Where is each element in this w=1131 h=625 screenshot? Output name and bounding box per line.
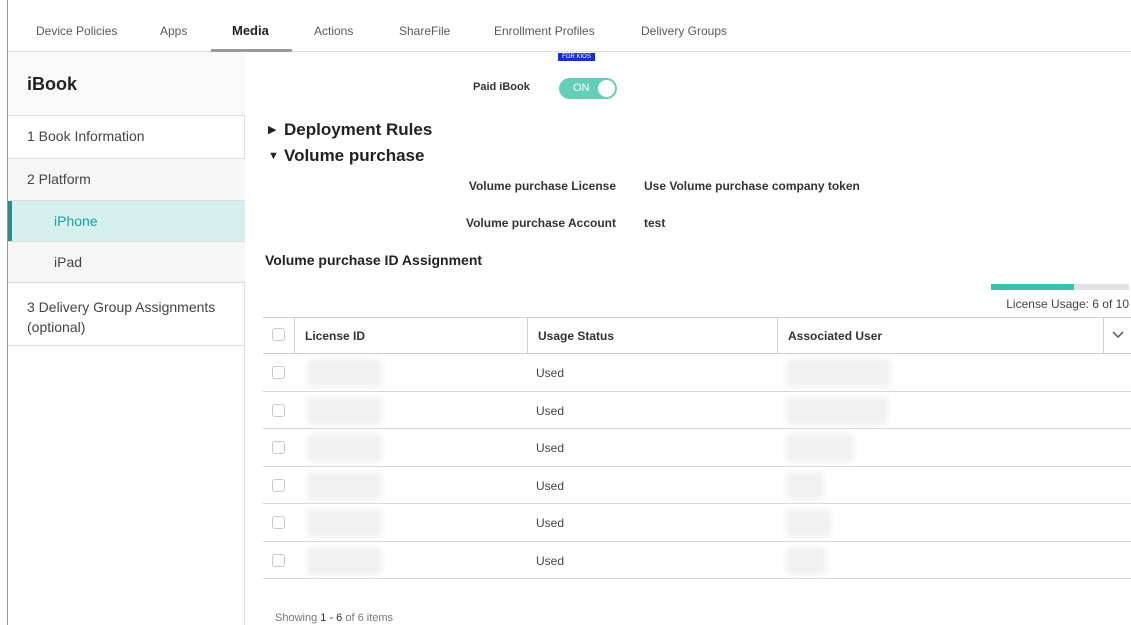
kiosk-badge: FOR KIOS [558,53,595,61]
tab-media[interactable]: Media [232,23,269,38]
table-row[interactable]: Used [263,542,1131,579]
license-id-redacted [307,359,382,387]
sidebar-title: iBook [27,74,78,94]
triangle-right-icon: ▶ [268,124,277,136]
assignment-title: Volume purchase ID Assignment [265,252,483,268]
associated-user-redacted [786,546,826,575]
associated-user-redacted [786,359,891,387]
main-content: FOR KIOS Paid iBook ON ▶ Deployment Rules… [246,52,1131,625]
license-usage-fill [991,284,1074,290]
table-row[interactable]: Used [263,429,1131,467]
associated-user-redacted [786,471,824,500]
paid-ibook-toggle[interactable]: ON [559,78,617,99]
column-label: Usage Status [538,329,615,343]
tab-enrollment-profiles[interactable]: Enrollment Profiles [494,24,595,38]
pagination-suffix: of 6 items [345,612,394,624]
chevron-down-icon [1112,331,1124,339]
pagination-summary: Showing 1 - 6 of 6 items [275,612,393,624]
license-id-redacted [307,471,382,500]
table-header: License ID Usage Status Associated User [263,317,1131,354]
window-left-border [0,0,8,625]
volume-purchase-license-label: Volume purchase License [468,179,616,193]
tab-device-policies[interactable]: Device Policies [36,24,117,38]
sidebar-item-label: 2 Platform [27,171,91,187]
row-checkbox[interactable] [272,441,285,454]
sidebar-item-iphone[interactable]: iPhone [8,201,245,242]
sidebar-item-label: iPad [54,254,83,270]
section-title: Volume purchase [284,146,425,165]
table-row[interactable]: Used [263,392,1131,429]
license-usage-bar [991,284,1129,290]
table-row[interactable]: Used [263,504,1131,542]
pagination-range: 1 - 6 [320,612,343,624]
paid-ibook-label: Paid iBook [473,81,530,93]
select-all-checkbox[interactable] [272,328,285,341]
usage-status-cell: Used [536,366,565,380]
row-checkbox[interactable] [272,366,285,379]
usage-status-cell: Used [536,516,565,530]
sidebar-item-platform[interactable]: 2 Platform [8,159,245,201]
sidebar-item-delivery-group-assignments[interactable]: 3 Delivery Group Assignments (optional) [8,283,245,346]
license-table: License ID Usage Status Associated User … [263,317,1131,579]
license-id-redacted [307,546,382,575]
usage-status-cell: Used [536,478,565,493]
row-checkbox[interactable] [272,478,285,492]
associated-user-redacted [786,434,854,462]
usage-status-cell: Used [536,403,565,418]
column-label: Associated User [788,329,883,343]
license-usage-text: License Usage: 6 of 10 [1006,297,1129,311]
triangle-down-icon: ▼ [268,150,279,162]
volume-purchase-account-value: test [644,216,666,230]
volume-purchase-account-label: Volume purchase Account [465,216,616,230]
usage-status-cell: Used [536,441,565,455]
volume-purchase-header[interactable]: ▼ Volume purchase [268,146,424,166]
associated-user-redacted [786,396,888,425]
wizard-sidebar: iBook 1 Book Information 2 Platform iPho… [8,52,245,625]
sidebar-item-label: 3 Delivery Group Assignments (optional) [27,299,216,335]
column-menu-button[interactable] [1103,318,1131,354]
pagination-prefix: Showing [275,612,318,624]
sidebar-item-book-information[interactable]: 1 Book Information [8,116,245,159]
row-checkbox[interactable] [272,553,285,567]
toggle-knob [598,80,615,97]
sidebar-item-ipad[interactable]: iPad [8,242,245,283]
column-label: License ID [305,329,366,343]
license-id-redacted [307,509,382,537]
table-row[interactable]: Used [263,354,1131,392]
toggle-state-label: ON [573,82,590,94]
associated-user-redacted [786,509,831,537]
column-associated-user[interactable]: Associated User [777,318,1131,354]
usage-status-cell: Used [536,553,565,568]
volume-purchase-license-value: Use Volume purchase company token [644,179,860,193]
tab-apps[interactable]: Apps [160,24,187,38]
tab-sharefile[interactable]: ShareFile [399,24,450,38]
tab-delivery-groups[interactable]: Delivery Groups [641,24,727,38]
deployment-rules-header[interactable]: ▶ Deployment Rules [268,120,432,140]
tab-actions[interactable]: Actions [314,24,353,38]
section-title: Deployment Rules [284,120,433,139]
row-checkbox[interactable] [272,516,285,529]
row-checkbox[interactable] [272,403,285,417]
license-id-redacted [307,434,382,462]
sidebar-header: iBook [8,52,245,116]
column-license-id[interactable]: License ID [294,318,527,354]
license-id-redacted [307,396,382,425]
column-usage-status[interactable]: Usage Status [527,318,777,354]
top-navigation: Device Policies Apps Media Actions Share… [8,0,1131,52]
active-item-marker [8,201,12,241]
sidebar-item-label: iPhone [54,213,98,229]
sidebar-item-label: 1 Book Information [27,128,145,144]
table-row[interactable]: Used [263,467,1131,504]
